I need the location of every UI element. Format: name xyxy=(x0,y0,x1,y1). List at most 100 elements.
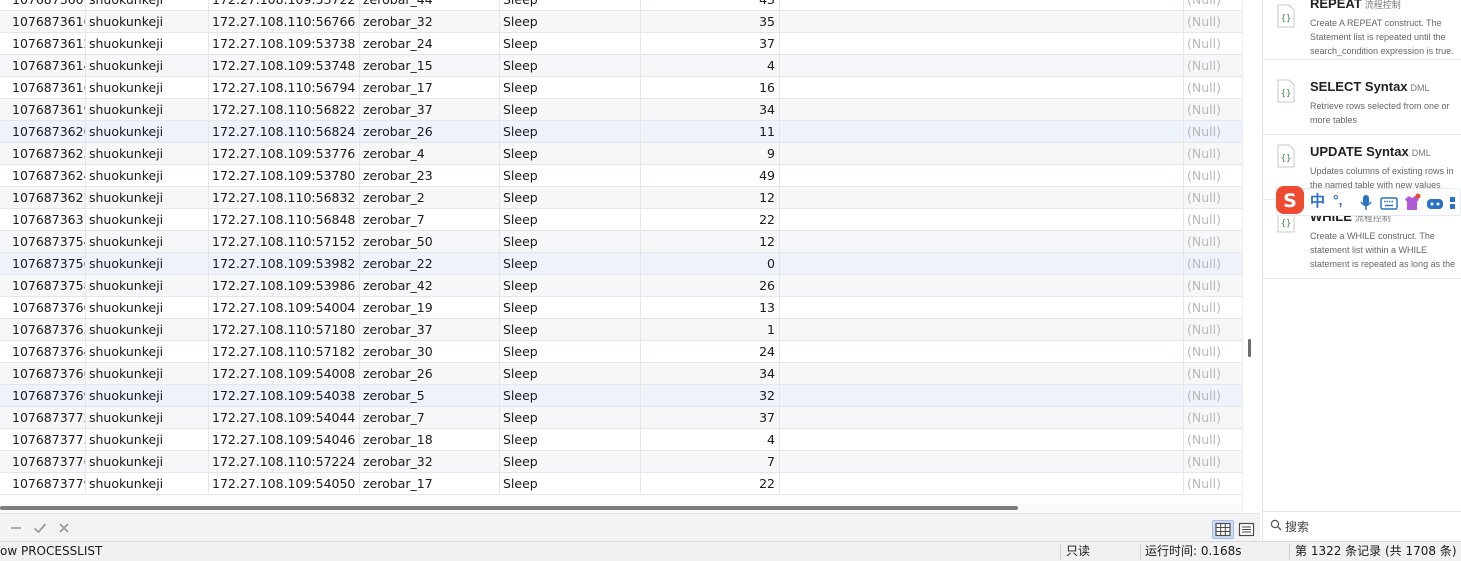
table-row[interactable]: 1076873776 shuokunkeji 172.27.108.110:5722… xyxy=(0,451,1242,473)
cell-db[interactable]: zerobar_37 xyxy=(360,99,500,121)
cell-time[interactable]: 32 xyxy=(641,385,780,407)
cell-info[interactable]: (Null) xyxy=(1184,341,1242,363)
cell-command[interactable]: Sleep xyxy=(500,385,641,407)
cell-state[interactable] xyxy=(780,165,1184,187)
cell-db[interactable]: zerobar_4 xyxy=(360,143,500,165)
cell-host[interactable]: 172.27.108.110:57224 xyxy=(209,451,360,473)
cell-state[interactable] xyxy=(780,429,1184,451)
horizontal-scrollbar[interactable] xyxy=(0,503,1242,513)
cell-id[interactable]: 1076873763 xyxy=(0,319,86,341)
cell-db[interactable]: zerobar_17 xyxy=(360,77,500,99)
grid-view-button[interactable] xyxy=(1212,520,1234,539)
cell-id[interactable]: 1076873769 xyxy=(0,385,86,407)
table-row[interactable]: 1076873763 shuokunkeji 172.27.108.110:5718… xyxy=(0,319,1242,341)
table-row[interactable]: 1076873619 shuokunkeji 172.27.108.110:5682… xyxy=(0,99,1242,121)
cell-info[interactable]: (Null) xyxy=(1184,0,1242,11)
cell-host[interactable]: 172.27.108.110:56848 xyxy=(209,209,360,231)
table-row[interactable]: 1076873758 shuokunkeji 172.27.108.109:5398… xyxy=(0,275,1242,297)
cell-user[interactable]: shuokunkeji xyxy=(86,209,209,231)
table-row[interactable]: 1076873627 shuokunkeji 172.27.108.110:5683… xyxy=(0,187,1242,209)
cell-db[interactable]: zerobar_22 xyxy=(360,253,500,275)
cell-time[interactable]: 0 xyxy=(641,253,780,275)
cell-info[interactable]: (Null) xyxy=(1184,187,1242,209)
cell-time[interactable]: 24 xyxy=(641,341,780,363)
table-row[interactable]: 1076873620 shuokunkeji 172.27.108.110:5682… xyxy=(0,121,1242,143)
cell-user[interactable]: shuokunkeji xyxy=(86,33,209,55)
cell-host[interactable]: 172.27.108.109:53780 xyxy=(209,165,360,187)
cell-user[interactable]: shuokunkeji xyxy=(86,231,209,253)
cell-id[interactable]: 1076873609 xyxy=(0,0,86,11)
cell-info[interactable]: (Null) xyxy=(1184,363,1242,385)
cell-info[interactable]: (Null) xyxy=(1184,473,1242,495)
cell-command[interactable]: Sleep xyxy=(500,209,641,231)
cell-user[interactable]: shuokunkeji xyxy=(86,253,209,275)
cell-user[interactable]: shuokunkeji xyxy=(86,341,209,363)
cell-host[interactable]: 172.27.108.109:53986 xyxy=(209,275,360,297)
cell-info[interactable]: (Null) xyxy=(1184,407,1242,429)
cell-id[interactable]: 1076873766 xyxy=(0,363,86,385)
cell-command[interactable]: Sleep xyxy=(500,231,641,253)
cell-id[interactable]: 1076873758 xyxy=(0,275,86,297)
cell-host[interactable]: 172.27.108.110:57180 xyxy=(209,319,360,341)
cell-user[interactable]: shuokunkeji xyxy=(86,429,209,451)
ime-punct-label[interactable]: °, xyxy=(1333,190,1353,210)
cell-id[interactable]: 1076873773 xyxy=(0,429,86,451)
cell-id[interactable]: 1076873627 xyxy=(0,187,86,209)
cell-db[interactable]: zerobar_30 xyxy=(360,341,500,363)
cell-host[interactable]: 172.27.108.109:54008 xyxy=(209,363,360,385)
table-row[interactable]: 1076873772 shuokunkeji 172.27.108.109:5404… xyxy=(0,407,1242,429)
cell-id[interactable]: 1076873619 xyxy=(0,99,86,121)
cell-host[interactable]: 172.27.108.109:54038 xyxy=(209,385,360,407)
cell-time[interactable]: 9 xyxy=(641,143,780,165)
check-icon[interactable] xyxy=(32,520,48,536)
cell-db[interactable]: zerobar_32 xyxy=(360,11,500,33)
cell-time[interactable]: 34 xyxy=(641,99,780,121)
cell-host[interactable]: 172.27.108.110:56832 xyxy=(209,187,360,209)
ime-mode-label[interactable]: 中 xyxy=(1310,192,1330,212)
cell-command[interactable]: Sleep xyxy=(500,253,641,275)
table-row[interactable]: 1076873612 shuokunkeji 172.27.108.109:5373… xyxy=(0,33,1242,55)
table-row[interactable]: 1076873773 shuokunkeji 172.27.108.109:5404… xyxy=(0,429,1242,451)
cell-command[interactable]: Sleep xyxy=(500,0,641,11)
cell-user[interactable]: shuokunkeji xyxy=(86,165,209,187)
cell-info[interactable]: (Null) xyxy=(1184,231,1242,253)
cell-id[interactable]: 1076873614 xyxy=(0,55,86,77)
cell-time[interactable]: 11 xyxy=(641,121,780,143)
cell-db[interactable]: zerobar_5 xyxy=(360,385,500,407)
cell-db[interactable]: zerobar_50 xyxy=(360,231,500,253)
microphone-icon[interactable] xyxy=(1357,193,1375,213)
cell-info[interactable]: (Null) xyxy=(1184,143,1242,165)
cell-host[interactable]: 172.27.108.110:56824 xyxy=(209,121,360,143)
cell-command[interactable]: Sleep xyxy=(500,341,641,363)
cell-command[interactable]: Sleep xyxy=(500,451,641,473)
cell-time[interactable]: 16 xyxy=(641,77,780,99)
snippet-search-input[interactable] xyxy=(1285,517,1455,537)
cell-state[interactable] xyxy=(780,55,1184,77)
cell-user[interactable]: shuokunkeji xyxy=(86,451,209,473)
cell-info[interactable]: (Null) xyxy=(1184,297,1242,319)
cell-state[interactable] xyxy=(780,275,1184,297)
snippet-select-syntax[interactable]: {} SELECT Syntax DML Retrieve rows select… xyxy=(1263,70,1461,135)
cell-command[interactable]: Sleep xyxy=(500,275,641,297)
panel-splitter-handle[interactable] xyxy=(1248,339,1251,357)
cell-host[interactable]: 172.27.108.110:56794 xyxy=(209,77,360,99)
cell-id[interactable]: 1076873624 xyxy=(0,165,86,187)
table-row[interactable]: 1076873769 shuokunkeji 172.27.108.109:5403… xyxy=(0,385,1242,407)
cell-time[interactable]: 49 xyxy=(641,165,780,187)
cell-command[interactable]: Sleep xyxy=(500,77,641,99)
cell-command[interactable]: Sleep xyxy=(500,473,641,495)
cell-db[interactable]: zerobar_19 xyxy=(360,297,500,319)
cell-id[interactable]: 1076873779 xyxy=(0,473,86,495)
cell-info[interactable]: (Null) xyxy=(1184,165,1242,187)
cell-id[interactable]: 1076873754 xyxy=(0,231,86,253)
cell-info[interactable]: (Null) xyxy=(1184,209,1242,231)
cell-host[interactable]: 172.27.108.109:53722 xyxy=(209,0,360,11)
cell-info[interactable]: (Null) xyxy=(1184,385,1242,407)
cell-host[interactable]: 172.27.108.109:53748 xyxy=(209,55,360,77)
cell-time[interactable]: 37 xyxy=(641,407,780,429)
table-row[interactable]: 1076873756 shuokunkeji 172.27.108.109:5398… xyxy=(0,253,1242,275)
cell-time[interactable]: 4 xyxy=(641,55,780,77)
cell-command[interactable]: Sleep xyxy=(500,143,641,165)
cell-id[interactable]: 1076873631 xyxy=(0,209,86,231)
cell-id[interactable]: 1076873612 xyxy=(0,33,86,55)
